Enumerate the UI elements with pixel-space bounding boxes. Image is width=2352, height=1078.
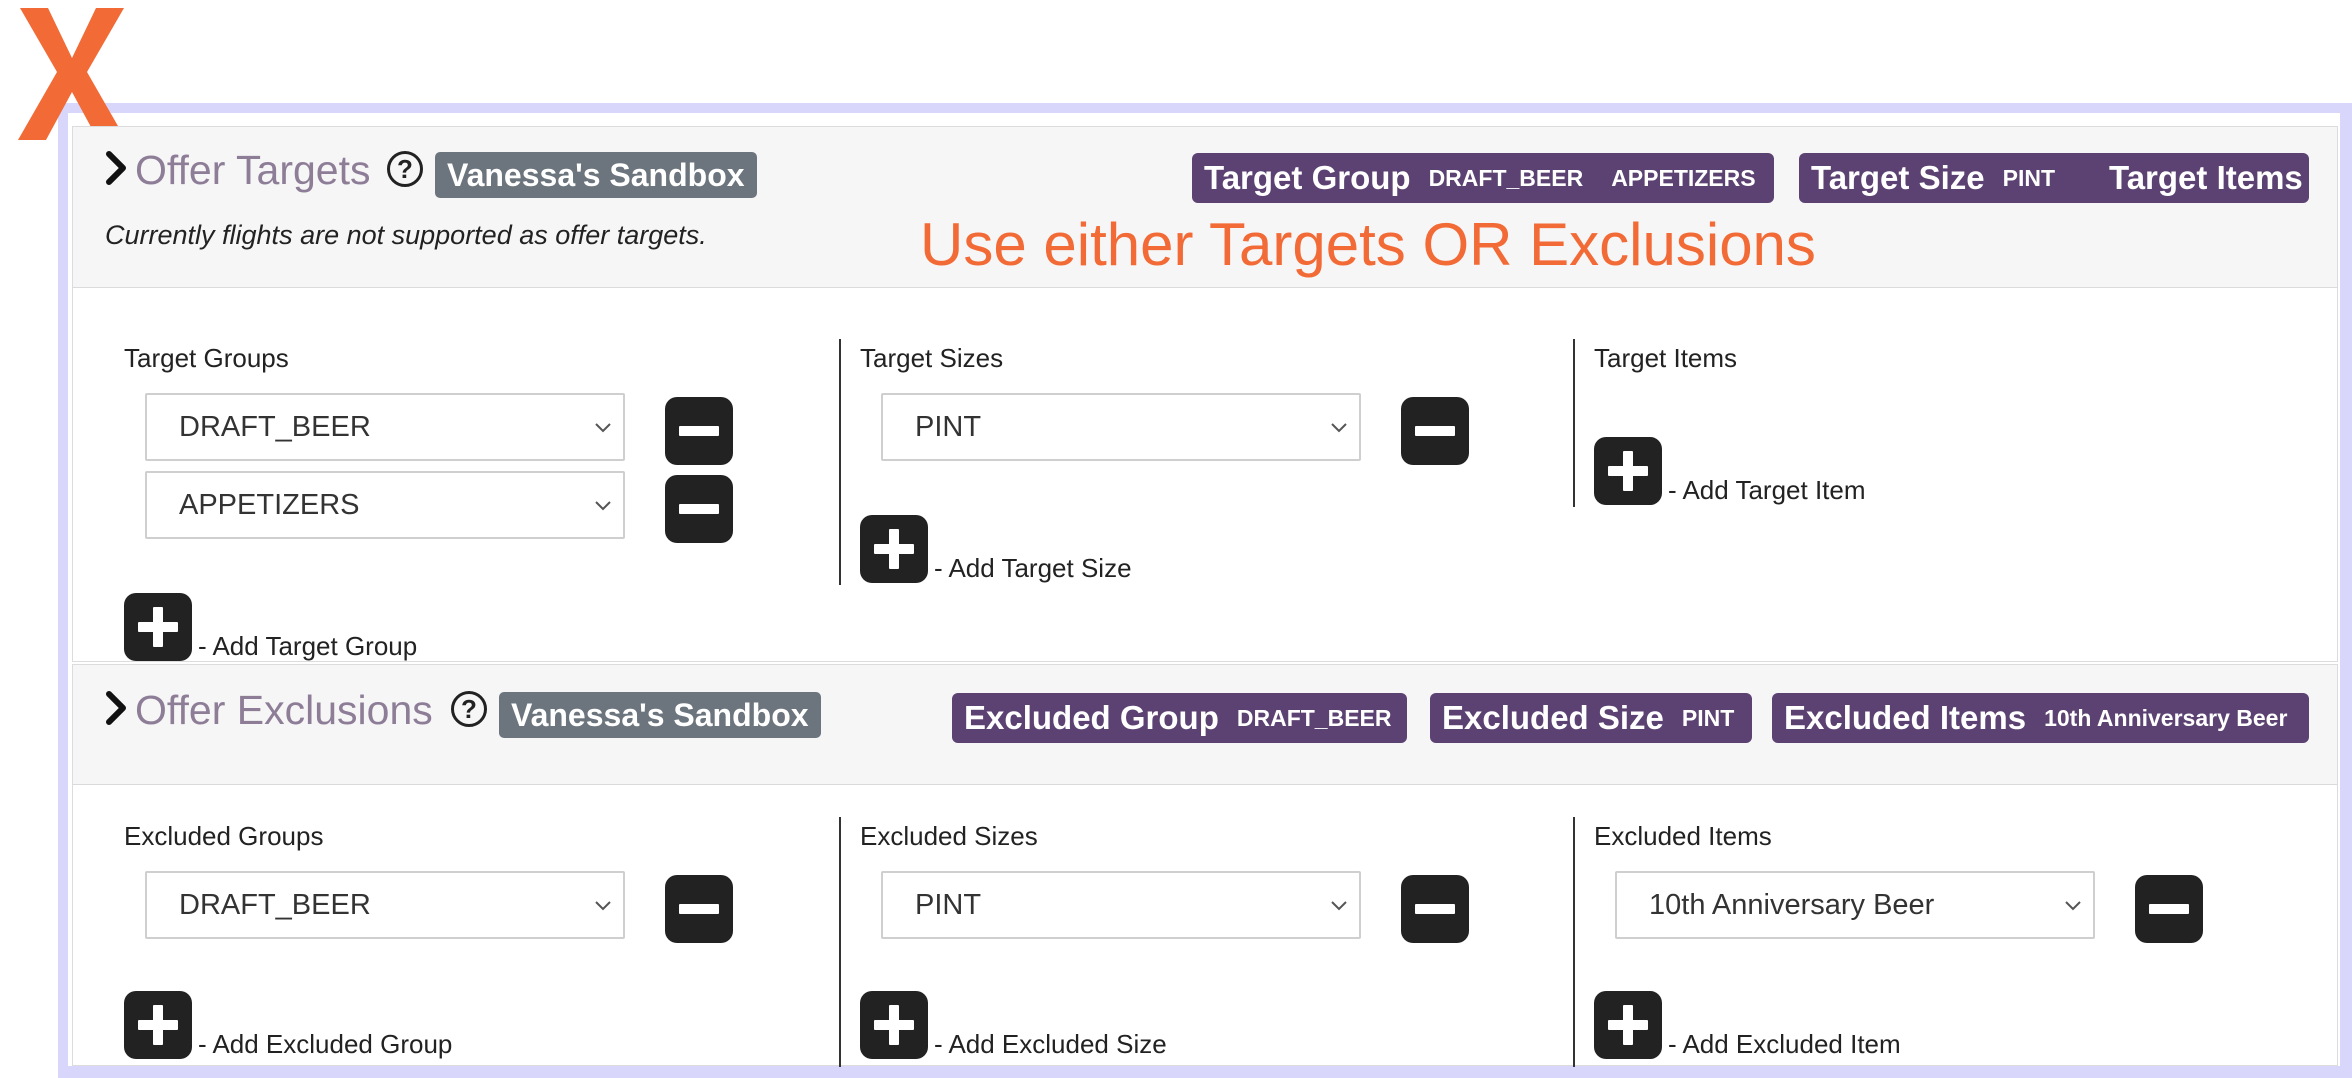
pill-label: Excluded Size: [1442, 699, 1664, 736]
remove-target-group-button[interactable]: [665, 475, 733, 543]
target-group-select[interactable]: APPETIZERS: [145, 471, 625, 539]
remove-excluded-group-button[interactable]: [665, 875, 733, 943]
select-value: APPETIZERS: [179, 489, 360, 521]
pill-value: DRAFT_BEER: [1428, 164, 1584, 191]
add-excluded-group-button[interactable]: [124, 991, 192, 1059]
offer-exclusions-title[interactable]: Offer Exclusions: [135, 687, 433, 734]
select-value: PINT: [915, 889, 982, 921]
exclusivity-hint: Use either Targets OR Exclusions: [920, 211, 1816, 278]
pill-value: APPETIZERS: [1611, 164, 1756, 191]
add-target-size-label[interactable]: - Add Target Size: [934, 553, 1132, 584]
column-divider: [1573, 817, 1575, 1067]
help-icon[interactable]: ?: [387, 151, 423, 187]
excluded-group-select[interactable]: DRAFT_BEER: [145, 871, 625, 939]
add-target-item-label[interactable]: - Add Target Item: [1668, 475, 1866, 506]
add-excluded-item-button[interactable]: [1594, 991, 1662, 1059]
pill-label: Target Size: [1811, 159, 1985, 196]
remove-target-size-button[interactable]: [1401, 397, 1469, 465]
chevron-down-icon: [2065, 901, 2081, 911]
excluded-items-pill[interactable]: Excluded Items 10th Anniversary Beer: [1772, 693, 2309, 743]
chevron-right-icon[interactable]: [105, 691, 129, 725]
sandbox-badge: Vanessa's Sandbox: [499, 692, 821, 738]
excluded-items-label: Excluded Items: [1594, 821, 1772, 851]
chevron-right-icon[interactable]: [105, 151, 129, 185]
chevron-down-icon: [595, 901, 611, 911]
target-items-pill[interactable]: Target Items: [2097, 153, 2309, 203]
add-target-item-button[interactable]: [1594, 437, 1662, 505]
add-excluded-item-label[interactable]: - Add Excluded Item: [1668, 1029, 1901, 1060]
pill-value: PINT: [1681, 704, 1735, 731]
target-size-pill[interactable]: Target Size PINT: [1799, 153, 2145, 203]
pill-label: Target Items: [2109, 159, 2303, 196]
add-target-group-button[interactable]: [124, 593, 192, 661]
excluded-groups-label: Excluded Groups: [124, 821, 324, 851]
target-group-select[interactable]: DRAFT_BEER: [145, 393, 625, 461]
excluded-size-select[interactable]: PINT: [881, 871, 1361, 939]
pill-label: Excluded Items: [1784, 699, 2027, 736]
add-excluded-size-label[interactable]: - Add Excluded Size: [934, 1029, 1167, 1060]
excluded-item-select[interactable]: 10th Anniversary Beer: [1615, 871, 2095, 939]
pill-value: DRAFT_BEER: [1236, 704, 1392, 731]
pill-value: 10th Anniversary Beer: [2044, 704, 2288, 731]
remove-target-group-button[interactable]: [665, 397, 733, 465]
select-value: 10th Anniversary Beer: [1649, 889, 1935, 921]
chevron-down-icon: [1331, 423, 1347, 433]
target-sizes-label: Target Sizes: [860, 343, 1004, 373]
target-groups-label: Target Groups: [124, 343, 289, 373]
offer-targets-title[interactable]: Offer Targets: [135, 147, 371, 194]
frame-border-right: [2340, 103, 2352, 1078]
chevron-down-icon: [1331, 901, 1347, 911]
column-divider: [1573, 339, 1575, 507]
excluded-size-pill[interactable]: Excluded Size PINT: [1430, 693, 1752, 743]
column-divider: [839, 817, 841, 1067]
excluded-sizes-label: Excluded Sizes: [860, 821, 1038, 851]
add-excluded-group-label[interactable]: - Add Excluded Group: [198, 1029, 452, 1060]
chevron-down-icon: [595, 501, 611, 511]
offer-targets-section: Offer Targets ? Vanessa's Sandbox Target…: [72, 126, 2338, 662]
add-excluded-size-button[interactable]: [860, 991, 928, 1059]
select-value: DRAFT_BEER: [179, 411, 371, 443]
pill-label: Excluded Group: [964, 699, 1219, 736]
x-mark-icon: [18, 8, 126, 140]
offer-exclusions-header: Offer Exclusions ? Vanessa's Sandbox Exc…: [73, 665, 2337, 785]
target-items-label: Target Items: [1594, 343, 1738, 373]
targets-note: Currently flights are not supported as o…: [105, 220, 707, 250]
frame-border-bottom: [58, 1066, 2352, 1078]
remove-excluded-item-button[interactable]: [2135, 875, 2203, 943]
help-icon[interactable]: ?: [451, 691, 487, 727]
target-size-select[interactable]: PINT: [881, 393, 1361, 461]
pill-value: PINT: [2002, 164, 2055, 191]
target-group-pill[interactable]: Target Group DRAFT_BEER APPETIZERS: [1192, 153, 1774, 203]
add-target-group-label[interactable]: - Add Target Group: [198, 631, 417, 662]
sandbox-badge: Vanessa's Sandbox: [435, 152, 757, 198]
remove-excluded-size-button[interactable]: [1401, 875, 1469, 943]
select-value: PINT: [915, 411, 982, 443]
add-target-size-button[interactable]: [860, 515, 928, 583]
select-value: DRAFT_BEER: [179, 889, 371, 921]
excluded-group-pill[interactable]: Excluded Group DRAFT_BEER: [952, 693, 1407, 743]
pill-label: Target Group: [1204, 159, 1411, 196]
column-divider: [839, 339, 841, 585]
chevron-down-icon: [595, 423, 611, 433]
offer-exclusions-section: Offer Exclusions ? Vanessa's Sandbox Exc…: [72, 664, 2338, 1067]
